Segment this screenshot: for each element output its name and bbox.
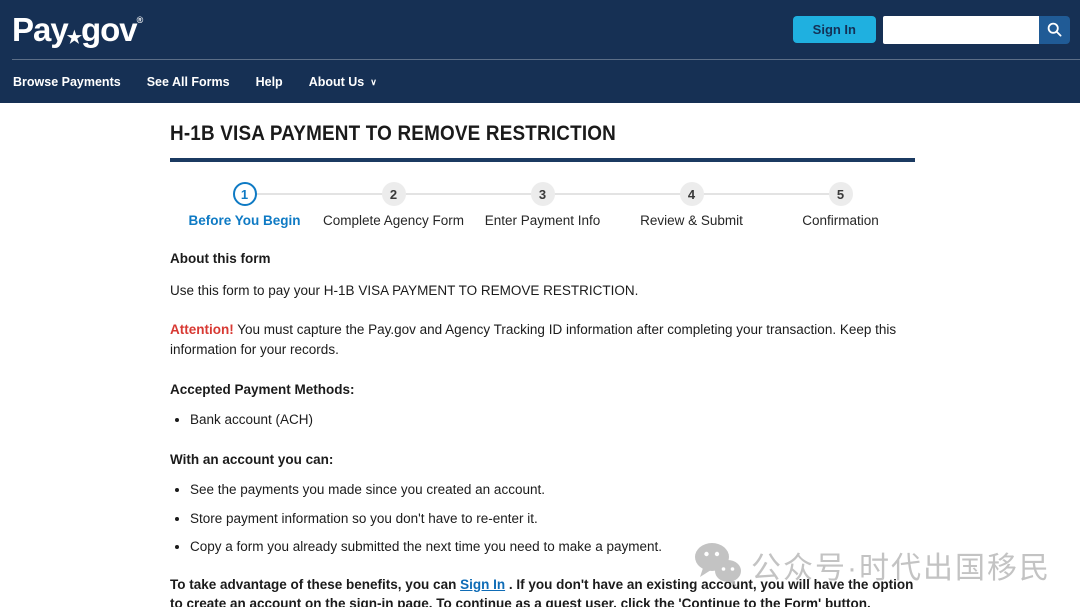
payment-methods-list: Bank account (ACH) xyxy=(174,410,915,430)
step-label: Before You Begin xyxy=(170,213,319,228)
attention-label: Attention! xyxy=(170,322,234,337)
attention-paragraph: Attention! You must capture the Pay.gov … xyxy=(170,320,910,359)
step-circle: 1 xyxy=(233,182,257,206)
step-review-submit: 4 Review & Submit xyxy=(617,182,766,228)
step-label: Confirmation xyxy=(766,213,915,228)
nav-help-label: Help xyxy=(256,75,283,89)
about-this-form-text: Use this form to pay your H-1B VISA PAYM… xyxy=(170,281,915,301)
step-tracker: 1 Before You Begin 2 Complete Agency For… xyxy=(170,182,915,228)
list-item: Store payment information so you don't h… xyxy=(190,509,915,529)
step-circle: 5 xyxy=(829,182,853,206)
logo-text-gov: gov xyxy=(81,11,137,48)
benefits-paragraph: To take advantage of these benefits, you… xyxy=(170,575,915,607)
search-icon xyxy=(1047,22,1062,37)
chevron-down-icon: ∨ xyxy=(370,77,377,88)
nav-browse-payments[interactable]: Browse Payments xyxy=(13,75,121,89)
sign-in-button[interactable]: Sign In xyxy=(793,16,876,43)
step-label: Review & Submit xyxy=(617,213,766,228)
paygov-page: Pay★gov® Sign In Browse Payments See All… xyxy=(0,0,1080,607)
accepted-payment-methods-heading: Accepted Payment Methods: xyxy=(170,380,915,400)
registered-mark: ® xyxy=(137,15,144,25)
step-circle: 3 xyxy=(531,182,555,206)
list-item: Bank account (ACH) xyxy=(190,410,915,430)
main-content: H-1B VISA PAYMENT TO REMOVE RESTRICTION … xyxy=(170,122,915,607)
header-top: Pay★gov® Sign In xyxy=(0,0,1080,59)
account-benefits-list: See the payments you made since you crea… xyxy=(174,480,915,557)
step-label: Enter Payment Info xyxy=(468,213,617,228)
step-circle: 2 xyxy=(382,182,406,206)
nav-browse-payments-label: Browse Payments xyxy=(13,75,121,89)
nav-about-us[interactable]: About Us ∨ xyxy=(309,75,377,89)
logo-text-pay: Pay xyxy=(12,11,68,48)
benefits-text-part1: To take advantage of these benefits, you… xyxy=(170,577,456,592)
nav-help[interactable]: Help xyxy=(256,75,283,89)
list-item: Copy a form you already submitted the ne… xyxy=(190,537,915,557)
about-this-form-heading: About this form xyxy=(170,249,915,269)
nav-see-all-forms[interactable]: See All Forms xyxy=(147,75,230,89)
main-nav: Browse Payments See All Forms Help About… xyxy=(0,60,1080,103)
nav-see-all-forms-label: See All Forms xyxy=(147,75,230,89)
step-before-you-begin: 1 Before You Begin xyxy=(170,182,319,228)
title-rule xyxy=(170,158,915,162)
form-intro-content: About this form Use this form to pay you… xyxy=(170,249,915,607)
search-box xyxy=(883,16,1070,44)
step-complete-agency-form: 2 Complete Agency Form xyxy=(319,182,468,228)
site-header: Pay★gov® Sign In Browse Payments See All… xyxy=(0,0,1080,103)
search-input[interactable] xyxy=(883,16,1039,44)
list-item: See the payments you made since you crea… xyxy=(190,480,915,500)
with-account-heading: With an account you can: xyxy=(170,450,915,470)
star-icon: ★ xyxy=(67,28,82,47)
nav-about-us-label: About Us xyxy=(309,75,365,89)
search-button[interactable] xyxy=(1039,16,1070,44)
paygov-logo[interactable]: Pay★gov® xyxy=(12,11,143,49)
step-confirmation: 5 Confirmation xyxy=(766,182,915,228)
page-title: H-1B VISA PAYMENT TO REMOVE RESTRICTION xyxy=(170,122,841,146)
step-circle: 4 xyxy=(680,182,704,206)
step-enter-payment-info: 3 Enter Payment Info xyxy=(468,182,617,228)
attention-text: You must capture the Pay.gov and Agency … xyxy=(170,322,896,357)
sign-in-link[interactable]: Sign In xyxy=(460,577,505,592)
header-actions: Sign In xyxy=(793,16,1070,44)
step-label: Complete Agency Form xyxy=(319,213,468,228)
